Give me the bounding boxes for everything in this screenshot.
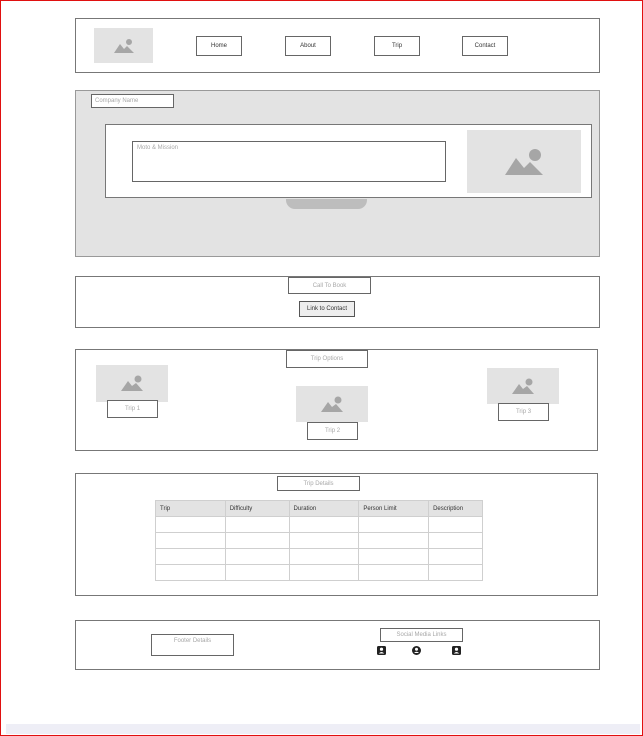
column-header-duration: Duration — [288, 500, 360, 517]
table-cell — [224, 548, 290, 565]
table-cell — [428, 516, 483, 533]
column-header-difficulty: Difficulty — [224, 500, 290, 517]
footer-section: Footer Details Social Media Links — [75, 620, 600, 670]
bottom-strip — [6, 724, 640, 734]
table-cell — [224, 564, 290, 581]
image-placeholder-icon — [121, 375, 143, 391]
trip-details-table: Trip Difficulty Duration Person Limit De… — [155, 500, 483, 581]
trip-options-title-box: Trip Options — [286, 350, 368, 368]
nav-home-button[interactable]: Home — [196, 36, 242, 56]
image-placeholder-icon — [321, 396, 343, 412]
nav-contact-button[interactable]: Contact — [462, 36, 508, 56]
nav-about-label: About — [300, 43, 316, 49]
globe-icon[interactable] — [412, 646, 421, 655]
person-icon[interactable] — [452, 646, 461, 655]
table-cell — [224, 516, 290, 533]
nav-about-button[interactable]: About — [285, 36, 331, 56]
column-header-description: Description — [428, 500, 483, 517]
column-header-person-limit: Person Limit — [358, 500, 430, 517]
table-cell — [358, 564, 430, 581]
nav-trip-button[interactable]: Trip — [374, 36, 420, 56]
trip-details-section: Trip Details Trip Difficulty Duration Pe… — [75, 473, 598, 596]
hero-section: Company Name Moto & Mission — [75, 90, 600, 257]
trip-3-label: Trip 3 — [515, 409, 532, 415]
company-name-field[interactable]: Company Name — [91, 94, 174, 108]
table-header-row: Trip Difficulty Duration Person Limit De… — [155, 500, 483, 517]
link-to-contact-label: Link to Contact — [306, 306, 348, 312]
trip-1-image — [96, 365, 168, 402]
table-cell — [358, 516, 430, 533]
image-placeholder-icon — [113, 38, 134, 53]
cta-title: Call To Book — [312, 282, 347, 289]
table-cell — [155, 516, 226, 533]
column-header-trip: Trip — [155, 500, 226, 517]
table-cell — [428, 564, 483, 581]
nav-contact-label: Contact — [474, 43, 496, 49]
table-cell — [224, 532, 290, 549]
hero-card: Moto & Mission — [105, 124, 592, 198]
cta-section: Call To Book Link to Contact — [75, 276, 600, 328]
header-section: Home About Trip Contact — [75, 18, 600, 73]
table-cell — [358, 532, 430, 549]
table-cell — [288, 516, 360, 533]
trip-2-card[interactable]: Trip 2 — [307, 422, 358, 440]
table-row — [155, 564, 483, 581]
footer-details-text: Footer Details — [173, 638, 212, 644]
table-cell — [155, 564, 226, 581]
nav-trip-label: Trip — [391, 43, 403, 49]
trip-details-title-box: Trip Details — [277, 476, 360, 491]
link-to-contact-button[interactable]: Link to Contact — [299, 301, 355, 317]
trip-3-image — [487, 368, 559, 404]
carousel-handle[interactable] — [286, 199, 367, 209]
table-row — [155, 516, 483, 533]
social-media-links-text: Social Media Links — [396, 632, 447, 638]
moto-mission-placeholder: Moto & Mission — [137, 145, 179, 151]
company-name-placeholder: Company Name — [95, 98, 139, 104]
trip-options-section: Trip Options Trip 1 Trip 2 Trip 3 — [75, 349, 598, 451]
table-row — [155, 532, 483, 549]
image-placeholder-icon — [512, 378, 534, 394]
table-cell — [288, 532, 360, 549]
logo-image — [94, 28, 153, 63]
trip-details-title: Trip Details — [303, 480, 334, 487]
table-row — [155, 548, 483, 565]
moto-mission-field[interactable]: Moto & Mission — [132, 141, 446, 182]
person-icon[interactable] — [377, 646, 386, 655]
trip-options-title: Trip Options — [310, 356, 344, 362]
trip-3-card[interactable]: Trip 3 — [498, 403, 549, 421]
footer-details-box: Footer Details — [151, 634, 234, 656]
table-cell — [155, 532, 226, 549]
nav-home-label: Home — [210, 43, 227, 49]
trip-1-card[interactable]: Trip 1 — [107, 400, 158, 418]
table-cell — [428, 548, 483, 565]
trip-2-label: Trip 2 — [324, 428, 341, 434]
image-placeholder-icon — [505, 148, 543, 175]
table-cell — [358, 548, 430, 565]
trip-1-label: Trip 1 — [124, 406, 141, 412]
cta-title-box: Call To Book — [288, 277, 371, 294]
table-cell — [288, 548, 360, 565]
hero-image — [467, 130, 581, 193]
table-cell — [288, 564, 360, 581]
table-cell — [428, 532, 483, 549]
social-media-links-box: Social Media Links — [380, 628, 463, 642]
trip-2-image — [296, 386, 368, 422]
table-cell — [155, 548, 226, 565]
